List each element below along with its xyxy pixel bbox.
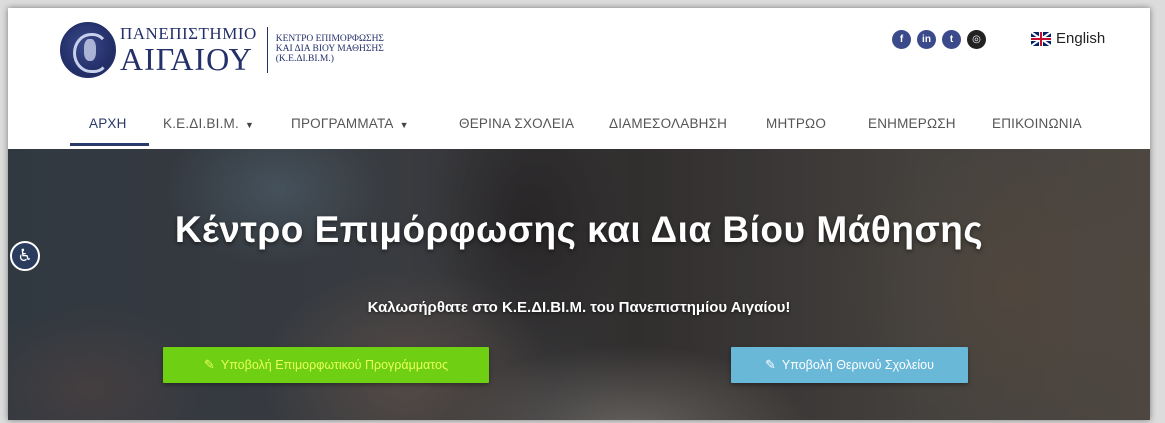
- center-name: ΚΕΝΤΡΟ ΕΠΙΜΟΡΦΩΣΗΣ ΚΑΙ ΔΙΑ ΒΙΟΥ ΜΑΘΗΣΗΣ …: [275, 34, 384, 65]
- submit-summer-school-button[interactable]: ✎ Υποβολή Θερινού Σχολείου: [731, 347, 968, 383]
- twitter-icon[interactable]: t: [942, 30, 961, 49]
- nav-item-programs[interactable]: ΠΡΟΓΡΑΜΜΑΤΑ ▼: [291, 116, 409, 131]
- browser-frame: ΠΑΝΕΠΙΣΤΗΜΙΟ ΑΙΓΑΙΟΥ ΚΕΝΤΡΟ ΕΠΙΜΟΡΦΩΣΗΣ …: [8, 8, 1150, 420]
- hero-subtitle: Καλωσήρθατε στο Κ.Ε.ΔΙ.ΒΙ.Μ. του Πανεπισ…: [367, 299, 791, 316]
- hero-title: Κέντρο Επιμόρφωσης και Δια Βίου Μάθησης: [174, 209, 984, 250]
- linkedin-icon[interactable]: in: [917, 30, 936, 49]
- nav-item-label: ΠΡΟΓΡΑΜΜΑΤΑ: [291, 116, 394, 131]
- nav-item-mediation[interactable]: ΔΙΑΜΕΣΟΛΑΒΗΣΗ: [609, 116, 727, 131]
- nav-item-label: ΜΗΤΡΩΟ: [766, 116, 827, 131]
- nav-item-summer-schools[interactable]: ΘΕΡΙΝΑ ΣΧΟΛΕΙΑ: [459, 116, 574, 131]
- nav-item-contact[interactable]: ΕΠΙΚΟΙΝΩΝΙΑ: [992, 116, 1082, 131]
- site-logo[interactable]: ΠΑΝΕΠΙΣΤΗΜΙΟ ΑΙΓΑΙΟΥ ΚΕΝΤΡΟ ΕΠΙΜΟΡΦΩΣΗΣ …: [60, 22, 384, 78]
- nav-item-label: ΘΕΡΙΝΑ ΣΧΟΛΕΙΑ: [459, 116, 575, 131]
- chevron-down-icon: ▼: [399, 120, 409, 130]
- submit-program-button[interactable]: ✎ Υποβολή Επιμορφωτικού Προγράμματος: [163, 347, 489, 383]
- logo-divider: [266, 27, 268, 73]
- uk-flag-icon: [1031, 31, 1051, 46]
- social-links: f in t ◎: [892, 30, 986, 49]
- center-name-line3: (Κ.Ε.ΔΙ.ΒΙ.Μ.): [275, 53, 334, 64]
- university-name: ΠΑΝΕΠΙΣΤΗΜΙΟ ΑΙΓΑΙΟΥ: [120, 25, 257, 75]
- nav-active-indicator: [70, 143, 149, 146]
- top-bar: ΠΑΝΕΠΙΣΤΗΜΙΟ ΑΙΓΑΙΟΥ ΚΕΝΤΡΟ ΕΠΙΜΟΡΦΩΣΗΣ …: [8, 8, 1150, 103]
- facebook-icon[interactable]: f: [892, 30, 911, 49]
- nav-item-home[interactable]: ΑΡΧΗ: [89, 116, 127, 131]
- submit-summer-school-label: Υποβολή Θερινού Σχολείου: [781, 358, 934, 372]
- instagram-icon[interactable]: ◎: [967, 30, 986, 49]
- nav-item-label: ΕΝΗΜΕΡΩΣΗ: [868, 116, 956, 131]
- hero-banner: Κέντρο Επιμόρφωσης και Δια Βίου Μάθησης …: [8, 149, 1150, 420]
- nav-item-label: Κ.Ε.ΔΙ.ΒΙ.Μ.: [163, 116, 239, 131]
- language-switcher[interactable]: English: [1031, 30, 1105, 47]
- university-seal-icon: [60, 22, 116, 78]
- university-name-line1: ΠΑΝΕΠΙΣΤΗΜΙΟ: [120, 24, 257, 43]
- language-label: English: [1056, 30, 1106, 47]
- submit-program-label: Υποβολή Επιμορφωτικού Προγράμματος: [220, 358, 449, 372]
- nav-item-label: ΕΠΙΚΟΙΝΩΝΙΑ: [992, 116, 1082, 131]
- university-name-line2: ΑΙΓΑΙΟΥ: [120, 41, 253, 77]
- main-nav: ΑΡΧΗ Κ.Ε.ΔΙ.ΒΙ.Μ. ▼ ΠΡΟΓΡΑΜΜΑΤΑ ▼ ΘΕΡΙΝΑ Σ…: [8, 103, 1150, 149]
- edit-icon: ✎: [203, 357, 215, 372]
- nav-item-label: ΑΡΧΗ: [89, 116, 127, 131]
- nav-item-registry[interactable]: ΜΗΤΡΩΟ: [766, 116, 826, 131]
- edit-icon: ✎: [765, 357, 776, 372]
- nav-item-kedivim[interactable]: Κ.Ε.ΔΙ.ΒΙ.Μ. ▼: [163, 116, 254, 131]
- nav-item-label: ΔΙΑΜΕΣΟΛΑΒΗΣΗ: [609, 116, 728, 131]
- chevron-down-icon: ▼: [244, 120, 255, 130]
- accessibility-icon[interactable]: ♿: [10, 241, 40, 271]
- nav-item-news[interactable]: ΕΝΗΜΕΡΩΣΗ: [868, 116, 956, 131]
